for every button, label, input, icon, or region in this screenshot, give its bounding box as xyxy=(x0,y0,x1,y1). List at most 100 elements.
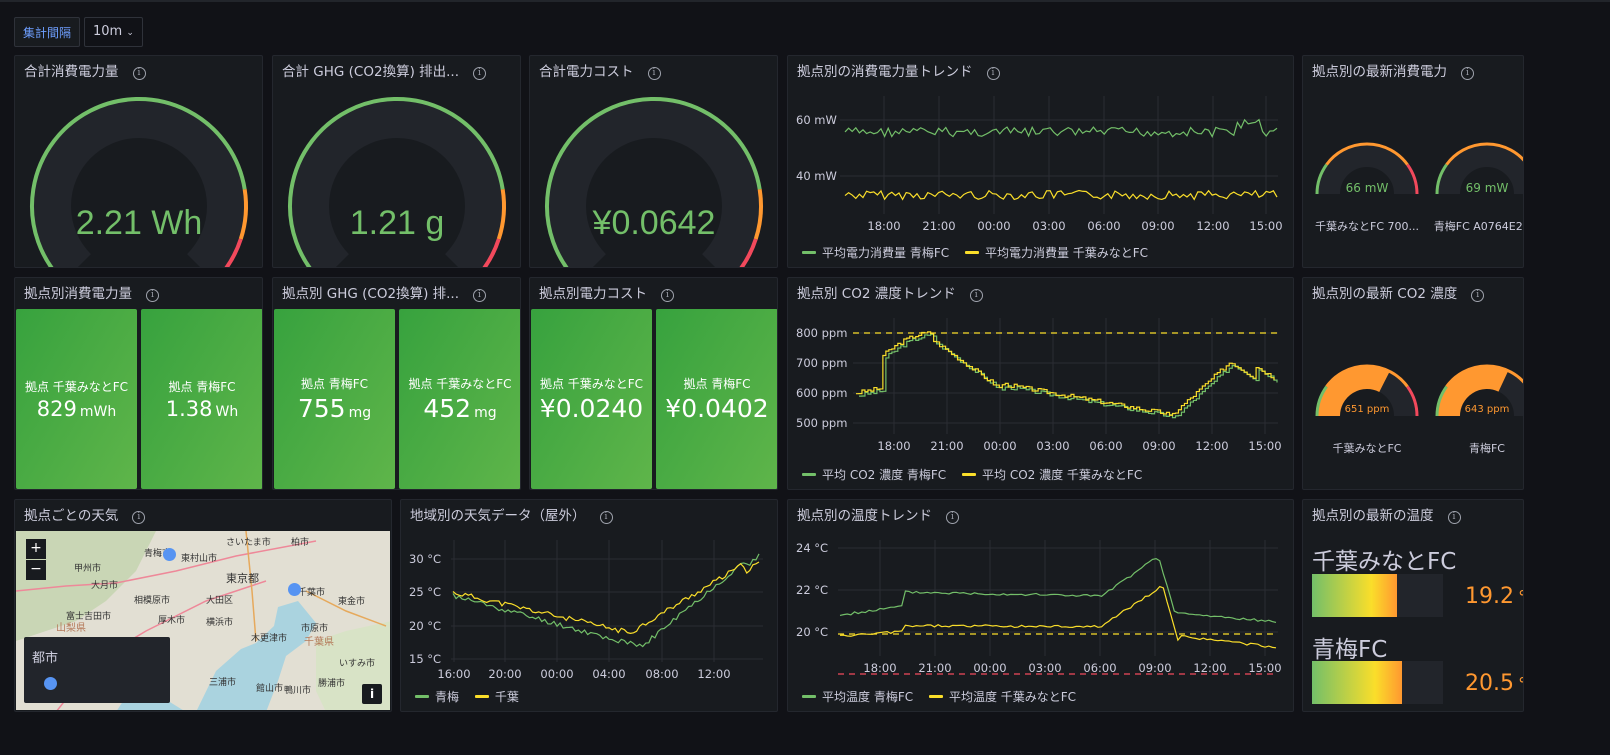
power-trend-chart[interactable]: 60 mW 40 mW 18:00 21:00 00:00 03:00 06:00 09:00… xyxy=(788,84,1293,244)
stat-value: 755 mg xyxy=(297,394,372,423)
chart-legend: 平均 CO2 濃度 青梅FC 平均 CO2 濃度 千葉みなとFC xyxy=(802,466,1154,483)
x-tick-label: 06:00 xyxy=(1087,219,1120,233)
map-marker-ome[interactable] xyxy=(163,548,176,561)
info-icon[interactable]: i xyxy=(473,67,486,80)
zoom-in-button[interactable]: + xyxy=(26,539,46,559)
panel-title: 拠点別の消費電力量トレンド xyxy=(797,64,973,80)
info-icon[interactable]: i xyxy=(132,67,146,80)
stat-tile: 拠点 千葉みなとFC ¥0.0240 xyxy=(531,309,652,489)
stat-value: ¥0.0402 xyxy=(665,394,769,423)
info-icon[interactable]: i xyxy=(473,289,486,302)
y-tick-label: 22 °C xyxy=(796,583,828,597)
gauge-value: 66 mW xyxy=(1346,181,1389,195)
map-place-label: 千葉県 xyxy=(304,637,334,648)
stat-name: 拠点 青梅FC xyxy=(300,377,369,391)
chevron-down-icon: ⌄ xyxy=(126,28,134,38)
series-line-ome xyxy=(452,553,760,648)
legend-item[interactable]: 千葉 xyxy=(474,688,519,705)
info-icon[interactable]: i xyxy=(661,289,674,302)
series-line-ome xyxy=(839,557,1277,624)
gauge-track xyxy=(291,100,503,267)
map-place-label: 山梨県 xyxy=(56,623,86,634)
x-tick-label: 20:00 xyxy=(488,667,521,681)
panel-latest-co2[interactable]: 拠点別の最新 CO2 濃度 i 651 ppm 千葉みなとFC 643 ppm 青梅FC xyxy=(1302,277,1524,490)
info-icon[interactable]: i xyxy=(647,67,661,80)
map-marker-chiba[interactable] xyxy=(288,583,301,596)
panel-title: 拠点別 CO2 濃度トレンド xyxy=(797,286,956,302)
stat-tile: 拠点 青梅FC 755 mg xyxy=(274,309,395,489)
map-place-label: 木更津市 xyxy=(251,634,288,644)
panel-total-cost[interactable]: 合計電力コスト i ¥0.0642 xyxy=(529,55,778,268)
temp-bar xyxy=(1312,574,1443,617)
panel-title: 拠点ごとの天気 xyxy=(24,508,119,524)
panel-temp-trend[interactable]: 拠点別の温度トレンド i 24 °C 22 °C 20 °C 18:00 21:00 00:… xyxy=(787,499,1294,712)
info-icon[interactable]: i xyxy=(1461,67,1474,80)
legend-item[interactable]: 平均電力消費量 千葉みなとFC xyxy=(964,244,1148,261)
temp-value: 19.2°C xyxy=(1465,584,1523,609)
info-icon[interactable]: i xyxy=(1471,289,1485,302)
gauge: ¥0.0642 xyxy=(545,97,763,267)
gauge-label: 青梅FC xyxy=(1469,441,1505,455)
map-legend-title: 都市 xyxy=(32,651,59,666)
map[interactable]: さいたま市 柏市 東村山市 青梅市 甲州市 大月市 東京都 千葉市 相模原市 大… xyxy=(16,531,390,710)
gauge-value: 2.21 Wh xyxy=(76,204,203,242)
x-tick-label: 18:00 xyxy=(863,661,896,675)
panel-outdoor-weather[interactable]: 地域別の天気データ（屋外） i 30 °C 25 °C 20 °C 15 °C 16:00… xyxy=(400,499,778,712)
series-line-chiba xyxy=(452,561,760,634)
temp-trend-chart[interactable]: 24 °C 22 °C 20 °C 18:00 21:00 00:00 03:00 06:00… xyxy=(788,528,1293,688)
map-info-button[interactable]: i xyxy=(362,684,382,704)
panel-power-trend[interactable]: 拠点別の消費電力量トレンド i 60 mW 40 mW 18:00 21:00 00:00… xyxy=(787,55,1294,268)
legend-item[interactable]: 青梅 xyxy=(415,688,459,705)
series-line-ome xyxy=(844,118,1278,138)
temp-bar-fill xyxy=(1312,661,1403,704)
info-icon[interactable]: i xyxy=(599,511,613,524)
zoom-out-button[interactable]: − xyxy=(26,560,46,580)
legend-item[interactable]: 平均電力消費量 青梅FC xyxy=(802,244,949,261)
stat-name: 拠点 千葉みなとFC xyxy=(24,379,129,394)
panel-weather-map[interactable]: 拠点ごとの天気 i さいたま市 柏市 東村山市 青梅市 甲州市 大月市 東京都 千… xyxy=(14,499,392,712)
map-place-label: 横浜市 xyxy=(206,618,234,628)
temp-site-name: 千葉みなとFC xyxy=(1312,549,1457,575)
panel-co2-trend[interactable]: 拠点別 CO2 濃度トレンド i 800 ppm 700 ppm 600 ppm 500… xyxy=(787,277,1294,490)
gauge-label: 千葉みなとFC xyxy=(1332,441,1401,455)
panel-total-power[interactable]: 合計消費電力量 i 2.21 Wh xyxy=(14,55,263,268)
map-place-label: 千葉市 xyxy=(298,588,326,598)
stat-value: 829 mWh xyxy=(36,396,117,421)
gauge: 2.21 Wh xyxy=(30,97,248,267)
info-icon[interactable]: i xyxy=(969,289,983,302)
stat-name: 拠点 千葉みなとFC xyxy=(539,377,644,391)
gauge-label: 青梅FC A0764E22... xyxy=(1434,219,1523,233)
info-icon[interactable]: i xyxy=(132,511,146,524)
legend-item[interactable]: 平均 CO2 濃度 青梅FC xyxy=(802,466,946,483)
legend-item[interactable]: 平均温度 千葉みなとFC xyxy=(928,688,1076,705)
interval-select[interactable]: 10m ⌄ xyxy=(84,17,143,47)
y-tick-label: 700 ppm xyxy=(796,356,847,370)
x-tick-label: 04:00 xyxy=(592,667,625,681)
top-border xyxy=(0,0,1610,2)
panel-total-ghg[interactable]: 合計 GHG (CO2換算) 排出... i 1.21 g xyxy=(272,55,521,268)
panel-latest-temp[interactable]: 拠点別の最新の温度 i 千葉みなとFC 19.2°C 青梅FC 20.5°C xyxy=(1302,499,1524,712)
legend-item[interactable]: 平均 CO2 濃度 千葉みなとFC xyxy=(962,466,1142,483)
info-icon[interactable]: i xyxy=(986,67,1000,80)
y-tick-label: 30 °C xyxy=(409,552,441,566)
series-line-chiba xyxy=(856,331,1275,416)
x-tick-label: 18:00 xyxy=(867,219,900,233)
info-icon[interactable]: i xyxy=(146,289,159,302)
panel-site-ghg[interactable]: 拠点別 GHG (CO2換算) 排... i 拠点 青梅FC 755 mg 拠点 千… xyxy=(272,277,521,490)
stat-value: 1.38 Wh xyxy=(165,396,239,421)
map-place-label: 甲州市 xyxy=(74,564,102,574)
x-tick-label: 09:00 xyxy=(1141,219,1174,233)
panel-latest-power[interactable]: 拠点別の最新消費電力 i 66 mW 千葉みなとFC 700... 69 mW 青梅FC… xyxy=(1302,55,1524,268)
co2-trend-chart[interactable]: 800 ppm 700 ppm 600 ppm 500 ppm 18:00 21:00 00… xyxy=(788,306,1293,466)
panel-site-cost[interactable]: 拠点別電力コスト i 拠点 千葉みなとFC ¥0.0240 拠点 青梅FC ¥0.… xyxy=(529,277,778,490)
outdoor-weather-chart[interactable]: 30 °C 25 °C 20 °C 15 °C16:00 20:00 00:00 04:00… xyxy=(401,528,777,688)
map-legend: 都市 xyxy=(24,637,170,703)
series-line-chiba xyxy=(844,189,1278,201)
y-tick-label: 60 mW xyxy=(796,113,837,127)
info-icon[interactable]: i xyxy=(1447,511,1461,524)
panel-site-power[interactable]: 拠点別消費電力量 i 拠点 千葉みなとFC 829 mWh 拠点 青梅FC 1.38… xyxy=(14,277,263,490)
panel-title: 拠点別の最新 CO2 濃度 xyxy=(1312,286,1458,302)
legend-item[interactable]: 平均温度 青梅FC xyxy=(802,688,913,705)
info-icon[interactable]: i xyxy=(946,511,959,524)
panel-title: 拠点別 GHG (CO2換算) 排... xyxy=(282,286,459,302)
